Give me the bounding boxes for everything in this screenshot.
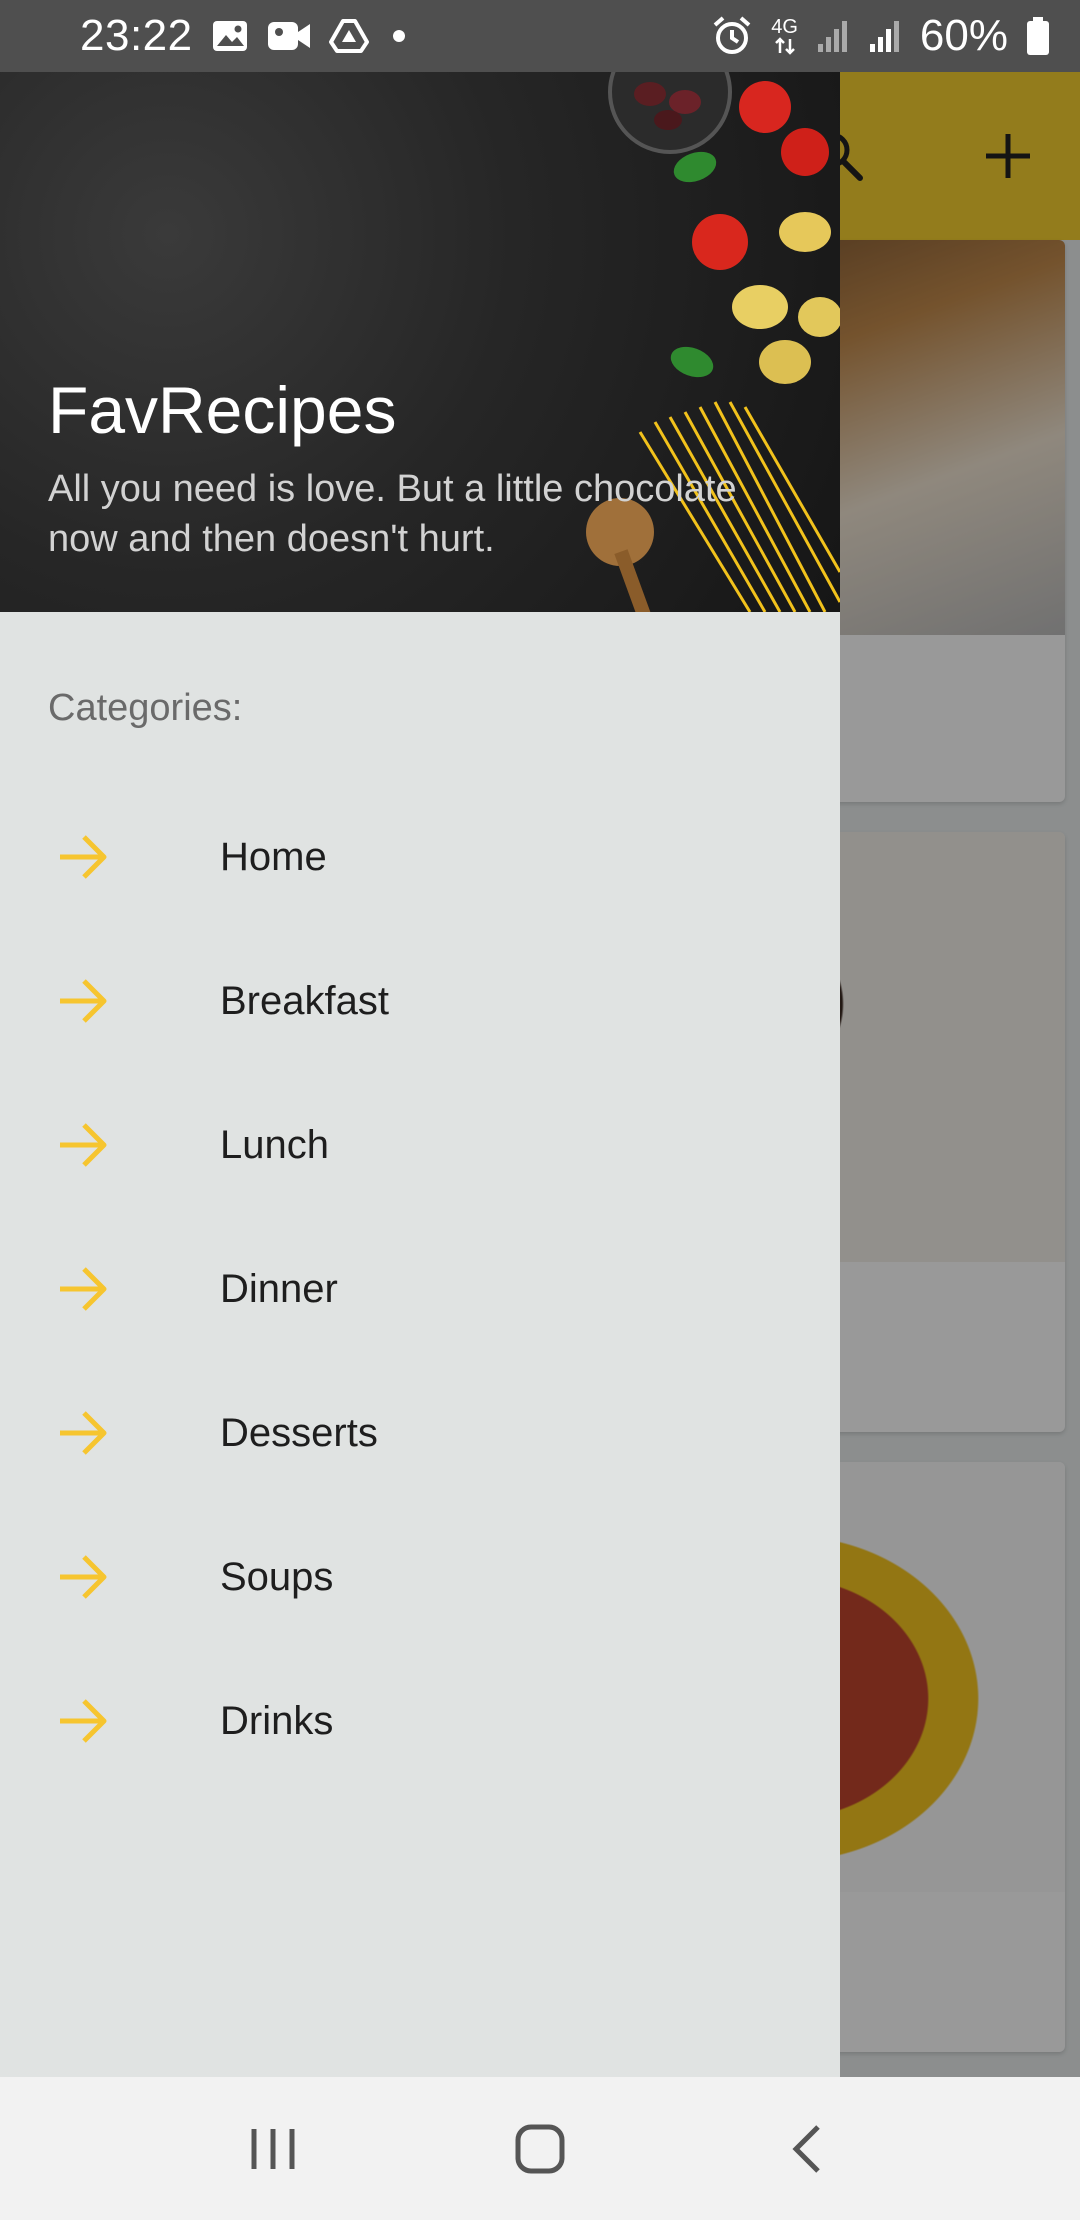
menu-item-label: Drinks — [220, 1698, 334, 1743]
menu-item-label: Lunch — [220, 1122, 329, 1167]
menu-item-breakfast[interactable]: Breakfast — [0, 929, 840, 1073]
home-icon[interactable] — [500, 2109, 580, 2189]
system-nav-bar — [0, 2077, 1080, 2220]
arrow-right-icon — [56, 1550, 110, 1604]
drive-icon — [328, 18, 369, 54]
menu-item-label: Dinner — [220, 1266, 338, 1311]
back-icon[interactable] — [767, 2109, 847, 2189]
menu-item-label: Desserts — [220, 1410, 378, 1455]
app-tagline: All you need is love. But a little choco… — [48, 468, 737, 560]
battery-percent: 60% — [919, 11, 1008, 60]
arrow-right-icon — [56, 1694, 110, 1748]
arrow-right-icon — [56, 830, 110, 884]
menu-item-home[interactable]: Home — [0, 785, 840, 929]
alarm-icon — [711, 15, 753, 57]
signal-icon — [816, 18, 850, 54]
menu-item-desserts[interactable]: Desserts — [0, 1361, 840, 1505]
menu-item-label: Breakfast — [220, 978, 389, 1023]
image-icon — [211, 19, 249, 53]
status-bar: 23:22 4G 60% — [0, 0, 1080, 72]
arrow-right-icon — [56, 1118, 110, 1172]
screen: 23:22 4G 60% FavRecipes All you need is … — [0, 0, 1080, 2220]
signal-icon — [868, 18, 902, 54]
arrow-right-icon — [56, 974, 110, 1028]
dot-icon — [387, 24, 411, 48]
arrow-right-icon — [56, 1406, 110, 1460]
status-left: 23:22 — [80, 11, 411, 61]
video-icon — [267, 20, 311, 52]
menu-item-label: Soups — [220, 1554, 334, 1599]
status-time: 23:22 — [80, 11, 193, 60]
menu-item-drinks[interactable]: Drinks — [0, 1649, 840, 1793]
menu-item-lunch[interactable]: Lunch — [0, 1073, 840, 1217]
menu-item-label: Home — [220, 834, 327, 879]
recents-icon[interactable] — [233, 2109, 313, 2189]
drawer-header: FavRecipes All you need is love. But a l… — [0, 72, 840, 612]
menu-item-dinner[interactable]: Dinner — [0, 1217, 840, 1361]
arrow-right-icon — [56, 1262, 110, 1316]
data-icon: 4G — [771, 17, 798, 55]
categories-label: Categories: — [48, 687, 243, 729]
battery-icon — [1026, 16, 1050, 56]
status-right: 4G 60% — [711, 11, 1050, 61]
navigation-drawer: FavRecipes All you need is love. But a l… — [0, 72, 840, 2077]
categories-menu: Home Breakfast Lunch Dinner Desserts Sou… — [0, 785, 840, 1793]
network-type: 4G — [771, 16, 798, 38]
app-title: FavRecipes — [48, 373, 397, 447]
menu-item-soups[interactable]: Soups — [0, 1505, 840, 1649]
